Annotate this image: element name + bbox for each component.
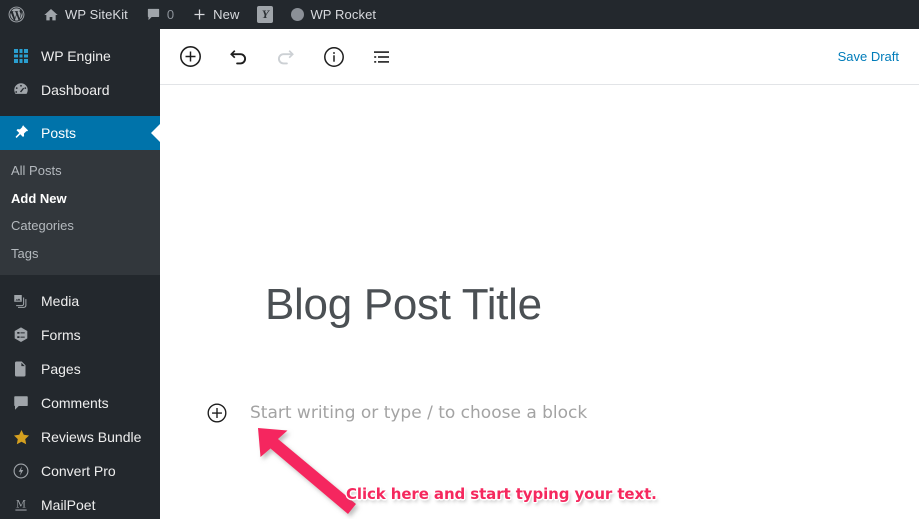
comment-bubble-icon <box>146 7 161 22</box>
sidebar-item-posts[interactable]: Posts <box>0 116 160 150</box>
comments-count: 0 <box>166 7 175 22</box>
post-canvas[interactable]: Blog Post Title Start writing or type / … <box>160 85 919 519</box>
sidebar-item-label: Forms <box>41 327 81 344</box>
details-button[interactable] <box>316 39 352 75</box>
undo-button[interactable] <box>220 39 256 75</box>
plus-circle-icon <box>178 44 203 69</box>
plus-icon <box>192 7 207 22</box>
submenu-item-all-posts[interactable]: All Posts <box>0 157 160 185</box>
list-view-button[interactable] <box>364 39 400 75</box>
block-editor: Save Draft Blog Post Title Start writing… <box>160 29 919 519</box>
admin-bar: WP SiteKit 0 New WP Rocket <box>0 0 919 29</box>
sidebar-item-label: Comments <box>41 395 109 412</box>
editor-toolbar-left <box>160 39 400 75</box>
sidebar-item-mailpoet[interactable]: M MailPoet <box>0 488 160 522</box>
submenu-item-categories[interactable]: Categories <box>0 212 160 240</box>
yoast-icon <box>257 6 274 23</box>
sidebar-item-label: Dashboard <box>41 82 110 98</box>
sidebar-separator <box>0 275 160 284</box>
star-icon <box>11 427 31 447</box>
pages-icon <box>11 359 31 379</box>
sidebar-item-convert-pro[interactable]: Convert Pro <box>0 454 160 488</box>
block-inserter-icon[interactable] <box>205 401 229 425</box>
home-icon <box>43 7 59 23</box>
convert-pro-icon <box>11 461 31 481</box>
submenu-item-tags[interactable]: Tags <box>0 240 160 268</box>
wp-rocket-menu[interactable]: WP Rocket <box>282 0 385 29</box>
sidebar-separator <box>0 107 160 116</box>
posts-submenu: All Posts Add New Categories Tags <box>0 150 160 276</box>
submenu-item-add-new[interactable]: Add New <box>0 185 160 213</box>
undo-icon <box>226 45 250 69</box>
sidebar-item-label: Reviews Bundle <box>41 429 142 446</box>
redo-icon <box>274 45 298 69</box>
sidebar-item-label: MailPoet <box>41 497 96 514</box>
info-circle-icon <box>322 45 346 69</box>
annotation-caption: Click here and start typing your text. <box>346 485 657 503</box>
add-block-button[interactable] <box>172 39 208 75</box>
sidebar-group-top: WP Engine Dashboard <box>0 39 160 107</box>
sidebar-item-label: Convert Pro <box>41 463 116 480</box>
redo-button <box>268 39 304 75</box>
dashboard-icon <box>11 80 31 100</box>
site-name-menu[interactable]: WP SiteKit <box>34 0 137 29</box>
sidebar-item-forms[interactable]: Forms <box>0 318 160 352</box>
sidebar-item-reviews-bundle[interactable]: Reviews Bundle <box>0 420 160 454</box>
editor-toolbar-right: Save Draft <box>830 43 919 70</box>
comments-icon <box>11 393 31 413</box>
comments-menu[interactable]: 0 <box>137 0 183 29</box>
wp-rocket-label: WP Rocket <box>310 7 377 22</box>
new-content-menu[interactable]: New <box>183 0 248 29</box>
wordpress-logo-icon <box>7 5 26 24</box>
sidebar-item-comments[interactable]: Comments <box>0 386 160 420</box>
site-name-label: WP SiteKit <box>65 7 128 22</box>
admin-sidebar: WP Engine Dashboard Posts All Posts Add … <box>0 29 160 519</box>
sidebar-item-dashboard[interactable]: Dashboard <box>0 73 160 107</box>
yoast-menu[interactable] <box>248 0 282 29</box>
new-content-label: New <box>213 7 240 22</box>
editor-toolbar: Save Draft <box>160 29 919 85</box>
sidebar-item-label: Posts <box>41 125 77 141</box>
media-icon <box>11 291 31 311</box>
sidebar-item-label: Pages <box>41 361 81 378</box>
sidebar-item-label: Media <box>41 293 80 310</box>
wordpress-logo-menu[interactable] <box>0 0 34 29</box>
empty-paragraph-block[interactable]: Start writing or type / to choose a bloc… <box>205 401 587 425</box>
list-view-icon <box>370 45 394 69</box>
sidebar-item-media[interactable]: Media <box>0 284 160 318</box>
wp-engine-icon <box>11 46 31 66</box>
save-draft-button[interactable]: Save Draft <box>830 43 907 70</box>
post-title-input[interactable]: Blog Post Title <box>265 280 825 331</box>
mailpoet-icon: M <box>11 495 31 515</box>
sidebar-item-label: WP Engine <box>41 48 111 64</box>
sidebar-item-wp-engine[interactable]: WP Engine <box>0 39 160 73</box>
sidebar-item-pages[interactable]: Pages <box>0 352 160 386</box>
svg-text:M: M <box>16 500 26 511</box>
circle-icon <box>291 8 305 21</box>
pin-icon <box>11 123 31 143</box>
block-placeholder-text[interactable]: Start writing or type / to choose a bloc… <box>250 404 587 422</box>
forms-icon <box>11 325 31 345</box>
